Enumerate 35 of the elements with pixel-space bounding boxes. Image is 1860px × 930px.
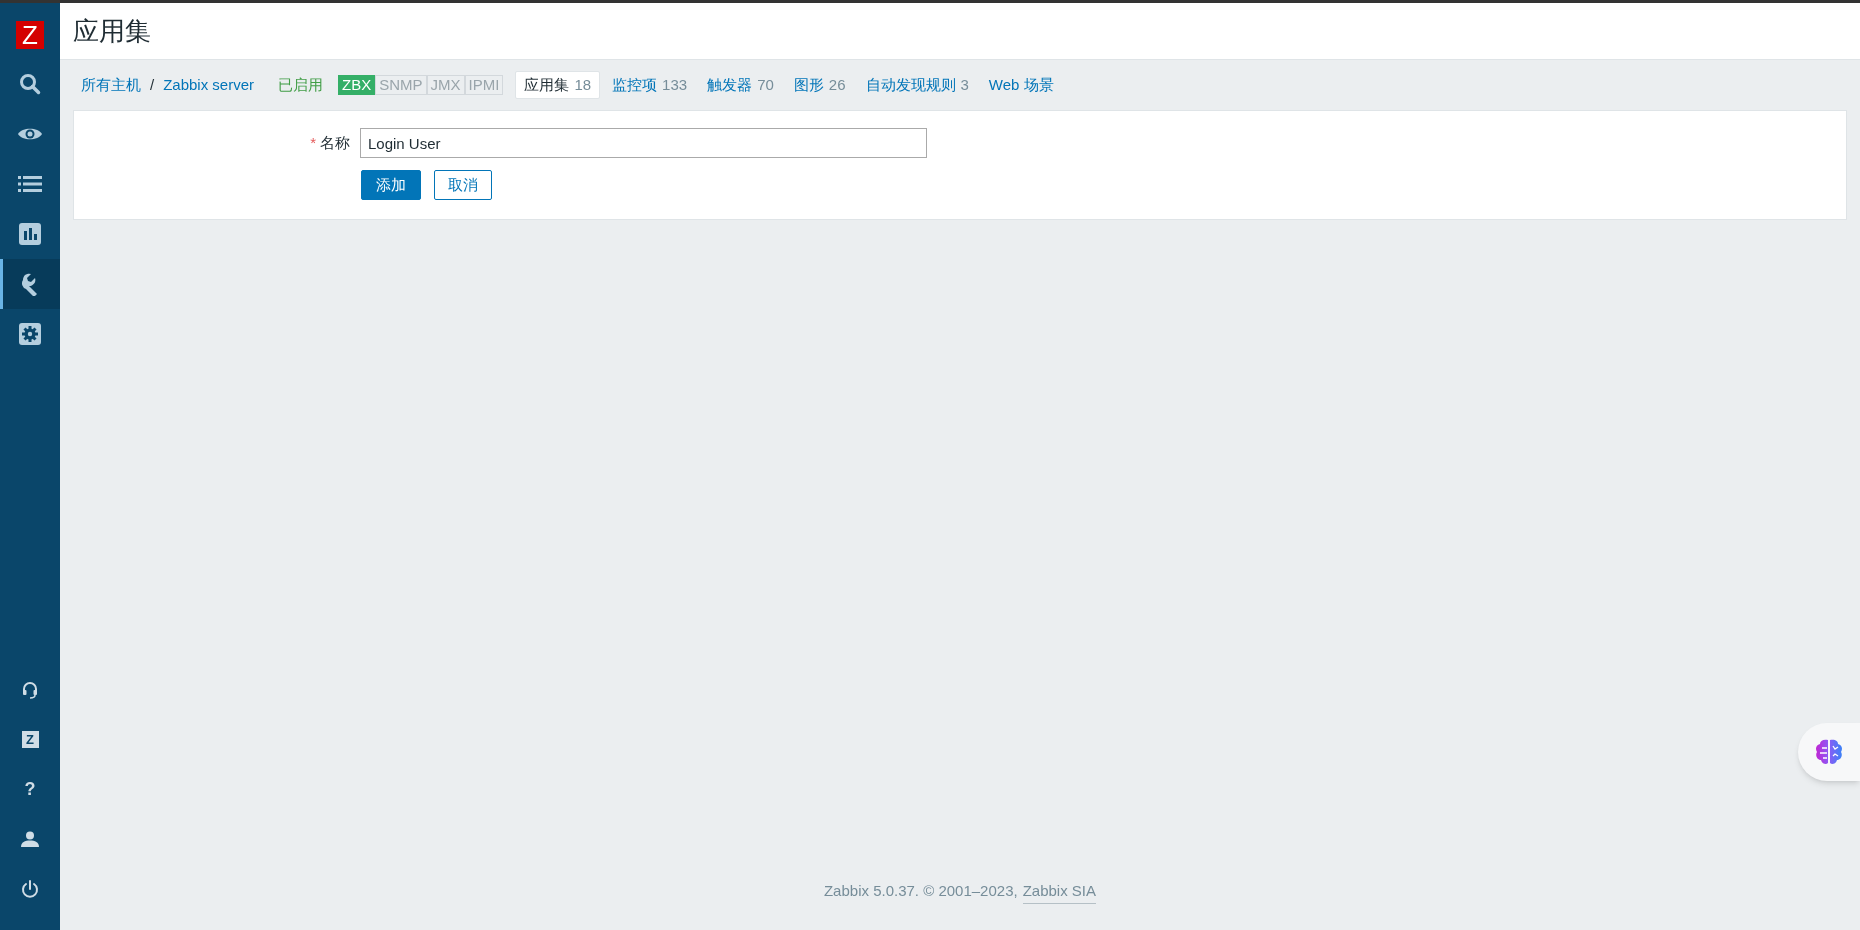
footer-link[interactable]: Zabbix SIA xyxy=(1022,880,1097,904)
footer-text: Zabbix 5.0.37. © 2001–2023, xyxy=(823,881,1018,901)
search-icon xyxy=(19,73,41,95)
bar-chart-icon xyxy=(19,223,41,245)
floating-assistant-button[interactable] xyxy=(1798,723,1860,781)
help-button[interactable]: ? xyxy=(20,764,40,814)
breadcrumb-link[interactable]: Zabbix server xyxy=(163,73,255,97)
host-status: 已启用 xyxy=(278,74,324,95)
brain-icon xyxy=(1814,738,1844,766)
tab[interactable]: 触发器 70 xyxy=(699,71,782,99)
field-label: 名称 xyxy=(320,132,350,153)
tab[interactable]: 监控项 133 xyxy=(604,71,696,99)
availability-badge: ZBX xyxy=(338,75,376,95)
required-mark: * xyxy=(310,132,316,153)
availability-badge: IPMI xyxy=(464,75,504,95)
tab[interactable]: Web 场景 xyxy=(980,71,1062,99)
tab[interactable]: 图形 26 xyxy=(785,71,854,99)
tab[interactable]: 自动发现规则 3 xyxy=(857,71,977,99)
breadcrumb-separator: / xyxy=(150,74,155,95)
zabbix-share-button[interactable]: Z xyxy=(21,731,39,748)
settings-icon xyxy=(19,323,41,345)
headset-icon xyxy=(22,681,38,699)
list-icon xyxy=(18,175,42,193)
tab[interactable]: 应用集 18 xyxy=(515,71,601,99)
cancel-button[interactable]: 取消 xyxy=(434,170,492,200)
power-icon xyxy=(21,880,39,898)
wrench-menu-button[interactable] xyxy=(0,259,60,309)
availability-badge: JMX xyxy=(426,75,465,95)
page-title: 应用集 xyxy=(73,14,151,48)
logo[interactable]: Z xyxy=(16,21,44,49)
availability-badge: SNMP xyxy=(375,75,427,95)
add-button[interactable]: 添加 xyxy=(361,170,421,200)
user-icon xyxy=(21,831,39,847)
name-input[interactable]: Login User xyxy=(360,128,927,158)
breadcrumb-link[interactable]: 所有主机 xyxy=(81,73,141,97)
